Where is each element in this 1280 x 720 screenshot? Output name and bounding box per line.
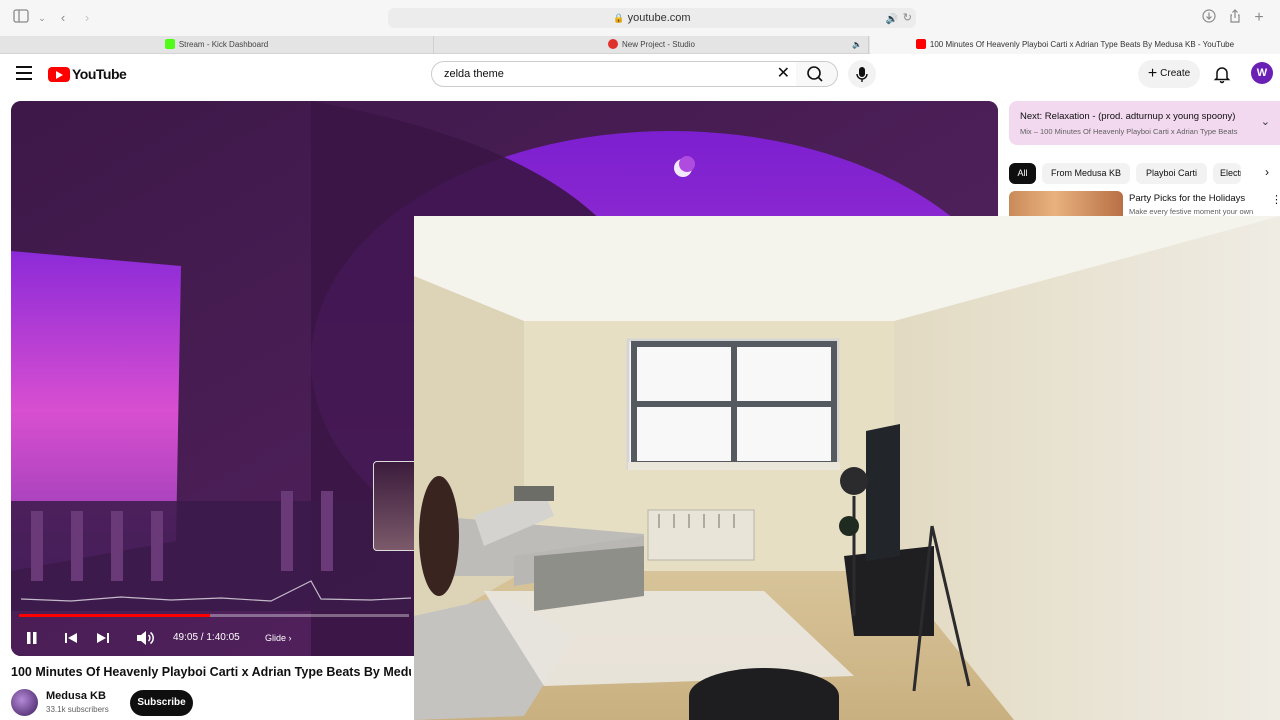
tab-youtube[interactable]: 100 Minutes Of Heavenly Playboi Carti x … [870,36,1280,54]
recommendation-subtitle: Make every festive moment your own [1129,207,1254,216]
chip-all[interactable]: All [1009,163,1036,184]
search-button[interactable] [796,61,838,87]
up-next-card[interactable]: Next: Relaxation - (prod. adturnup x you… [1009,101,1280,145]
audio-playing-icon[interactable]: 🔊 [886,10,898,30]
studio-icon [608,39,619,49]
volume-button[interactable] [135,629,155,647]
chevron-down-icon[interactable]: ⌄ [1261,115,1270,128]
tab-studio[interactable]: New Project - Studio 🔈 [435,36,869,54]
kick-icon [164,39,175,49]
next-button[interactable] [95,629,111,647]
subscribe-button[interactable]: Subscribe [130,690,193,716]
up-next-subtitle: Mix – 100 Minutes Of Heavenly Playboi Ca… [1020,127,1240,136]
microphone-icon [856,67,868,82]
pause-icon [27,632,37,644]
chip-from-medusa-kb[interactable]: From Medusa KB [1042,163,1130,184]
webcam-overlay [414,216,1280,720]
forward-button[interactable]: › [78,9,96,27]
search-icon [807,66,823,82]
voice-search-button[interactable] [848,60,876,88]
previous-button[interactable] [63,629,79,647]
lock-icon: 🔒 [613,13,625,23]
menu-icon[interactable] [16,66,32,80]
tab-label: Stream - Kick Dashboard [178,40,269,49]
chevron-right-icon[interactable]: › [1265,165,1269,179]
filter-chips: All From Medusa KB Playboi Carti Electro… [1009,163,1280,185]
sidebar-toggle-icon[interactable] [12,9,30,27]
channel-avatar[interactable] [11,689,38,716]
skip-next-icon [97,633,109,643]
channel-name[interactable]: Medusa KB [46,690,106,702]
youtube-header: YouTube ✕ +Create W [0,55,1280,93]
chip-playboi-carti[interactable]: Playboi Carti [1136,163,1207,184]
tab-label: 100 Minutes Of Heavenly Playboi Carti x … [929,40,1235,49]
room-camera-feed [414,216,1280,720]
volume-icon [137,631,154,645]
avatar[interactable]: W [1251,62,1273,84]
reload-icon[interactable]: ↻ [903,8,912,28]
search-box: ✕ [431,61,797,87]
more-options-icon[interactable]: ⋮ [1271,193,1280,206]
address-bar[interactable]: 🔒 youtube.com 🔊 ↻ [388,8,916,28]
youtube-play-icon [48,66,70,82]
player-controls: 49:05 / 1:40:05 Glide › [11,626,411,650]
browser-toolbar: ⌄ ‹ › 🔒 youtube.com 🔊 ↻ + [0,0,1280,36]
youtube-icon [915,39,926,49]
share-icon[interactable] [1226,9,1244,27]
up-next-title: Next: Relaxation - (prod. adturnup x you… [1020,111,1236,122]
skip-previous-icon [65,633,77,643]
pause-button[interactable] [25,629,39,647]
tab-kick[interactable]: Stream - Kick Dashboard [0,36,434,54]
url-text: youtube.com [627,12,691,24]
close-icon[interactable]: ✕ [777,65,790,83]
chapter-button[interactable]: Glide › [265,629,292,647]
progress-bar[interactable] [19,614,409,617]
chip-electronic[interactable]: Electronic [1213,163,1241,184]
create-button[interactable]: + Create [1138,60,1200,88]
chevron-down-icon[interactable]: ⌄ [33,9,51,27]
new-tab-button[interactable]: + [1250,9,1268,27]
video-title: 100 Minutes Of Heavenly Playboi Carti x … [11,665,411,679]
recommendation-title[interactable]: Party Picks for the Holidays [1129,193,1245,204]
subscriber-count: 33.1k subscribers [46,705,109,714]
plus-icon: + [1147,65,1158,82]
downloads-icon[interactable] [1200,9,1218,27]
youtube-logo[interactable]: YouTube [48,66,127,82]
create-label: Create [1160,68,1191,79]
tab-bar: Stream - Kick Dashboard New Project - St… [0,36,1280,54]
back-button[interactable]: ‹ [54,9,72,27]
search-input[interactable] [444,66,764,82]
chevron-right-icon: › [288,633,292,643]
notifications-bell-icon[interactable] [1212,64,1232,84]
tab-label: New Project - Studio [622,40,695,49]
time-display: 49:05 / 1:40:05 [173,632,240,643]
progress-fill [19,614,211,617]
muted-icon[interactable]: 🔈 [852,36,862,54]
chapter-label: Glide [265,633,287,643]
logo-text: YouTube [72,66,127,82]
